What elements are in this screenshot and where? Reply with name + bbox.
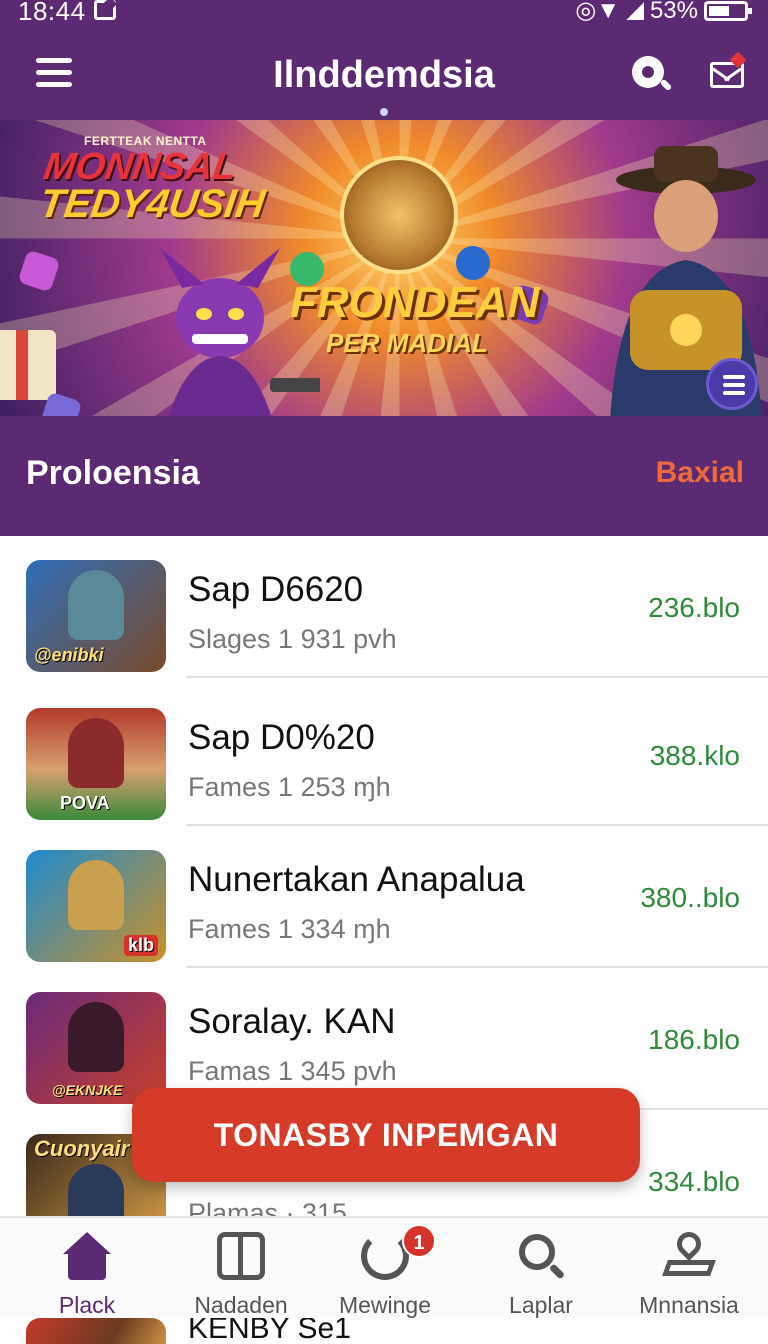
notification-icon <box>94 0 116 20</box>
nav-item-home[interactable]: Plack <box>12 1218 162 1328</box>
game-size: 380..blo <box>640 882 740 913</box>
thumbnail-label: @enibki <box>34 645 104 665</box>
list-item[interactable]: klb Nunertakan Anapalua Fames 1 334 ɱh 3… <box>0 826 768 968</box>
nav-label: Plack <box>58 1292 116 1318</box>
promo-banner[interactable]: FERTTEAK NENTTA MONNSAL TEDY4USIH FRONDE… <box>0 120 768 416</box>
book-icon <box>217 1232 265 1280</box>
search-icon[interactable] <box>632 56 673 96</box>
game-meta: Famas 1 345 pvh <box>188 1056 397 1086</box>
thumbnail-label: klb <box>124 935 159 956</box>
divider <box>186 676 768 678</box>
gift-box-icon <box>0 330 56 400</box>
game-thumbnail <box>26 1318 166 1344</box>
nav-label: Laplar <box>509 1292 573 1318</box>
game-thumbnail: @EKNJKE <box>26 992 166 1104</box>
game-name: Sap D6620 <box>188 570 364 609</box>
banner-subheadline: PER MADIAL <box>326 328 488 358</box>
top-bar: 18:44 ◎▼ 53% Ilnddemdsia <box>0 0 768 120</box>
list-item[interactable]: POVA Sap D0%20 Fames 1 253 ɱh 388.klo <box>0 684 768 826</box>
signal-icon <box>625 1 644 20</box>
thumbnail-figure <box>68 718 124 788</box>
game-meta: Plamas · 315 <box>188 1198 348 1216</box>
home-icon <box>63 1232 111 1280</box>
list-item[interactable]: @enibki Sap D6620 Slages 1 931 pvh 236.b… <box>0 536 768 678</box>
banner-headline: FRONDEAN <box>290 278 540 327</box>
banner-logo-line2: TEDY4USIH <box>36 182 268 226</box>
thumbnail-figure <box>68 860 124 930</box>
battery-icon <box>704 0 752 21</box>
game-thumbnail: klb <box>26 850 166 962</box>
section-header: Proloensia Baxial <box>0 416 768 536</box>
thumbnail-label: POVA <box>60 793 110 813</box>
nav-item-mewinge[interactable]: Mewinge <box>310 1218 460 1328</box>
hero-medallion <box>340 156 458 274</box>
status-bar: 18:44 ◎▼ 53% <box>0 0 768 26</box>
thumbnail-figure <box>68 1002 124 1072</box>
section-title: Proloensia <box>26 454 200 492</box>
battery-percent: 53% <box>649 0 698 24</box>
app-bar: Ilnddemdsia <box>0 40 768 116</box>
map-icon <box>662 1227 716 1280</box>
game-size: 388.klo <box>649 740 740 771</box>
nav-label: Mewinge <box>338 1292 432 1318</box>
game-name: Sap D0%20 <box>188 718 375 757</box>
game-size: 236.blo <box>648 592 740 623</box>
game-meta: Fames 1 253 ɱh <box>188 772 391 802</box>
section-see-all-link[interactable]: Baxial <box>656 456 744 490</box>
game-meta: Slages 1 931 pvh <box>188 624 397 654</box>
nav-label: Mnnansia <box>639 1292 739 1318</box>
game-name: Soralay. KAN <box>188 1002 396 1041</box>
game-thumbnail: @enibki <box>26 560 166 672</box>
wifi-icon: ◎▼ <box>575 0 620 24</box>
mail-icon[interactable] <box>708 51 747 92</box>
game-meta: Fames 1 334 ɱh <box>188 914 391 944</box>
notification-badge: 1 <box>402 1224 436 1258</box>
nav-item-laplar[interactable]: Laplar <box>466 1218 616 1328</box>
thumbnail-label: Cuonyair <box>34 1136 130 1161</box>
banner-menu-button[interactable] <box>706 358 758 410</box>
peek-list-item[interactable]: KENBY Se1 <box>0 1318 768 1344</box>
status-time: 18:44 <box>18 0 86 26</box>
nav-label: Nadaden <box>194 1292 288 1318</box>
thumbnail-figure <box>68 570 124 640</box>
page-indicator-dot <box>380 108 388 116</box>
status-right: ◎▼ 53% <box>575 0 752 25</box>
nav-item-mnnansia[interactable]: Mnnansia <box>614 1218 764 1328</box>
game-size: 186.blo <box>648 1024 740 1055</box>
game-size: 334.blo <box>648 1166 740 1197</box>
install-cta-button[interactable]: TONASBY INPEMGAN <box>132 1088 640 1182</box>
thumbnail-label: @EKNJKE <box>52 1082 123 1098</box>
nav-item-nadaden[interactable]: Nadaden <box>166 1218 316 1328</box>
thumbnail-figure <box>68 1164 124 1216</box>
game-name: Nunertakan Anapalua <box>188 860 525 899</box>
game-name: KENBY Se1 <box>188 1318 351 1344</box>
purple-creature-hero <box>160 248 320 416</box>
search-icon <box>517 1232 566 1280</box>
game-thumbnail: POVA <box>26 708 166 820</box>
